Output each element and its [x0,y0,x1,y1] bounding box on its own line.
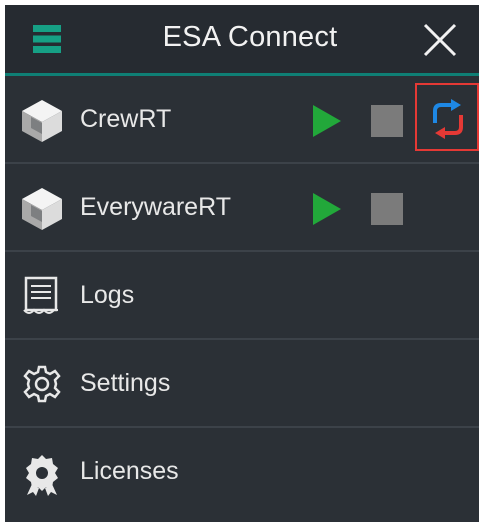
service-label: EverywareRT [80,193,231,221]
award-badge-icon [26,455,58,496]
cube-logo-icon [22,100,62,142]
stop-icon[interactable] [371,105,403,137]
close-icon[interactable] [421,21,459,59]
play-icon[interactable] [313,193,341,225]
menu-label: Settings [80,369,171,397]
play-icon[interactable] [313,105,341,137]
menu-item-logs[interactable]: Logs [5,252,479,340]
service-row-everywarert: EverywareRT [5,164,479,252]
menu-item-settings[interactable]: Settings [5,340,479,428]
menu-label: Logs [80,281,135,309]
cube-logo-icon [22,188,62,230]
stop-icon[interactable] [371,193,403,225]
refresh-icon [433,99,463,139]
service-row-crewrt: CrewRT [5,76,479,164]
header-bar: ESA Connect [5,5,479,76]
menu-label: Licenses [80,457,179,485]
app-title: ESA Connect [162,21,338,53]
gear-icon [23,365,61,403]
hamburger-menu-icon[interactable] [31,23,63,55]
esa-connect-panel: ESA Connect CrewRT EverywareRT Logs Sett… [5,5,479,522]
menu-item-licenses[interactable]: Licenses [5,428,479,516]
refresh-button[interactable] [415,83,479,151]
service-label: CrewRT [80,105,172,133]
logs-icon [23,276,58,314]
